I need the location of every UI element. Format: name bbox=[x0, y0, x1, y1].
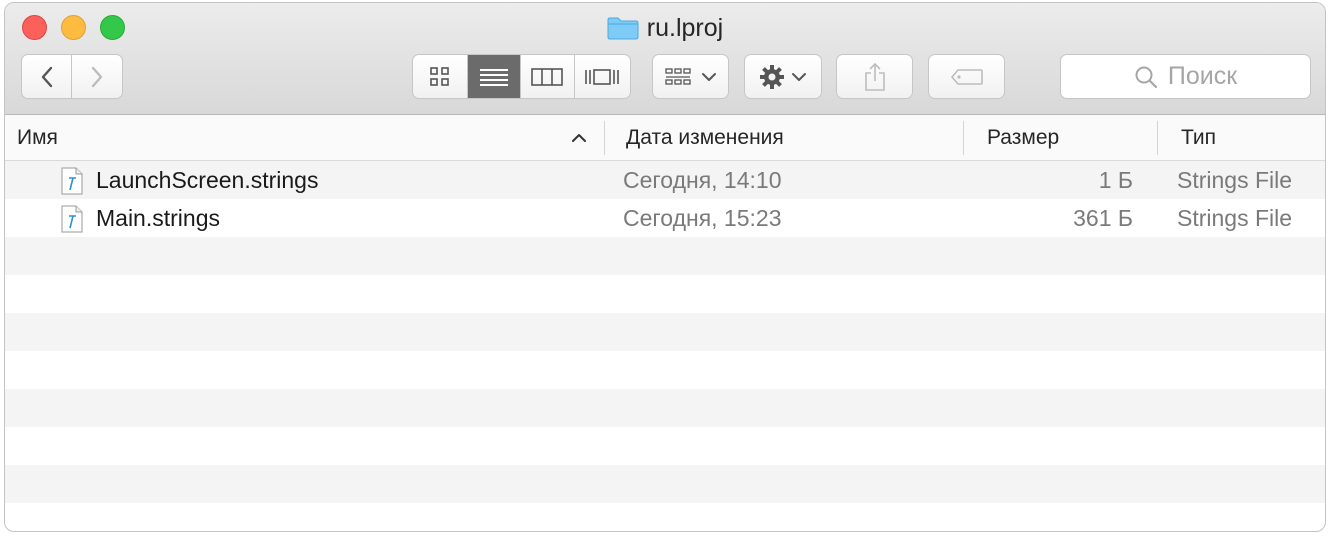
finder-window: ru.lproj Поиск Имя Дата изменения Размер… bbox=[4, 2, 1326, 532]
file-list: LaunchScreen.strings Сегодня, 14:10 1 Б … bbox=[5, 161, 1325, 531]
column-header-size-label: Размер bbox=[987, 126, 1060, 149]
arrange-grid-icon bbox=[664, 67, 691, 85]
search-placeholder: Поиск bbox=[1167, 62, 1238, 90]
column-header-kind-label: Тип bbox=[1181, 126, 1217, 149]
file-row[interactable]: Main.strings Сегодня, 15:23 361 Б String… bbox=[5, 199, 1325, 237]
arrange-button[interactable] bbox=[652, 54, 729, 99]
share-button[interactable] bbox=[836, 54, 913, 99]
empty-row bbox=[5, 237, 1325, 275]
chevron-down-icon bbox=[792, 72, 806, 81]
column-header-date[interactable]: Дата изменения bbox=[626, 115, 784, 161]
column-header-name[interactable]: Имя bbox=[17, 115, 597, 161]
forward-button[interactable] bbox=[72, 55, 122, 98]
column-header-name-label: Имя bbox=[17, 126, 58, 149]
column-divider[interactable] bbox=[1157, 121, 1158, 155]
cover-flow-view-button[interactable] bbox=[575, 55, 630, 98]
window-title: ru.lproj bbox=[5, 11, 1325, 49]
empty-row bbox=[5, 275, 1325, 313]
file-size: 1 Б bbox=[1098, 167, 1133, 193]
nav-buttons bbox=[21, 54, 123, 99]
column-header-kind[interactable]: Тип bbox=[1181, 115, 1216, 161]
column-header-date-label: Дата изменения bbox=[626, 126, 784, 149]
back-button[interactable] bbox=[22, 55, 73, 98]
icon-view-button[interactable] bbox=[413, 55, 468, 98]
columns-icon bbox=[531, 67, 564, 86]
view-mode-selector bbox=[412, 54, 631, 99]
folder-icon bbox=[607, 15, 639, 49]
gear-icon bbox=[760, 64, 784, 89]
empty-row bbox=[5, 503, 1325, 531]
window-title-text: ru.lproj bbox=[646, 14, 724, 42]
share-icon bbox=[864, 62, 885, 91]
tag-icon bbox=[950, 68, 983, 85]
chevron-right-icon bbox=[91, 66, 103, 87]
file-size: 361 Б bbox=[1073, 205, 1133, 231]
strings-file-icon bbox=[61, 205, 83, 233]
column-header-size[interactable]: Размер bbox=[987, 115, 1059, 161]
empty-row bbox=[5, 389, 1325, 427]
file-date: Сегодня, 15:23 bbox=[623, 205, 782, 231]
sort-ascending-icon bbox=[572, 134, 586, 142]
column-divider[interactable] bbox=[604, 121, 605, 155]
search-icon bbox=[1135, 66, 1157, 88]
strings-file-icon bbox=[61, 167, 83, 195]
grid-icon bbox=[429, 66, 449, 86]
empty-row bbox=[5, 351, 1325, 389]
column-view-button[interactable] bbox=[521, 55, 575, 98]
action-button[interactable] bbox=[744, 54, 822, 99]
empty-row bbox=[5, 465, 1325, 503]
file-name: LaunchScreen.strings bbox=[96, 167, 319, 193]
file-row[interactable]: LaunchScreen.strings Сегодня, 14:10 1 Б … bbox=[5, 161, 1325, 199]
empty-row bbox=[5, 313, 1325, 351]
file-kind: Strings File bbox=[1177, 167, 1293, 193]
cover-flow-icon bbox=[585, 68, 620, 85]
tags-button[interactable] bbox=[928, 54, 1005, 99]
column-header: Имя Дата изменения Размер Тип bbox=[5, 115, 1325, 161]
search-field[interactable]: Поиск bbox=[1060, 54, 1311, 99]
toolbar: ru.lproj Поиск bbox=[5, 3, 1325, 115]
chevron-left-icon bbox=[41, 66, 52, 87]
chevron-down-icon bbox=[701, 72, 716, 81]
column-divider[interactable] bbox=[963, 121, 964, 155]
file-kind: Strings File bbox=[1177, 205, 1293, 231]
file-name: Main.strings bbox=[96, 205, 220, 231]
file-date: Сегодня, 14:10 bbox=[623, 167, 782, 193]
list-view-button[interactable] bbox=[467, 55, 522, 98]
list-icon bbox=[479, 68, 508, 86]
empty-row bbox=[5, 427, 1325, 465]
